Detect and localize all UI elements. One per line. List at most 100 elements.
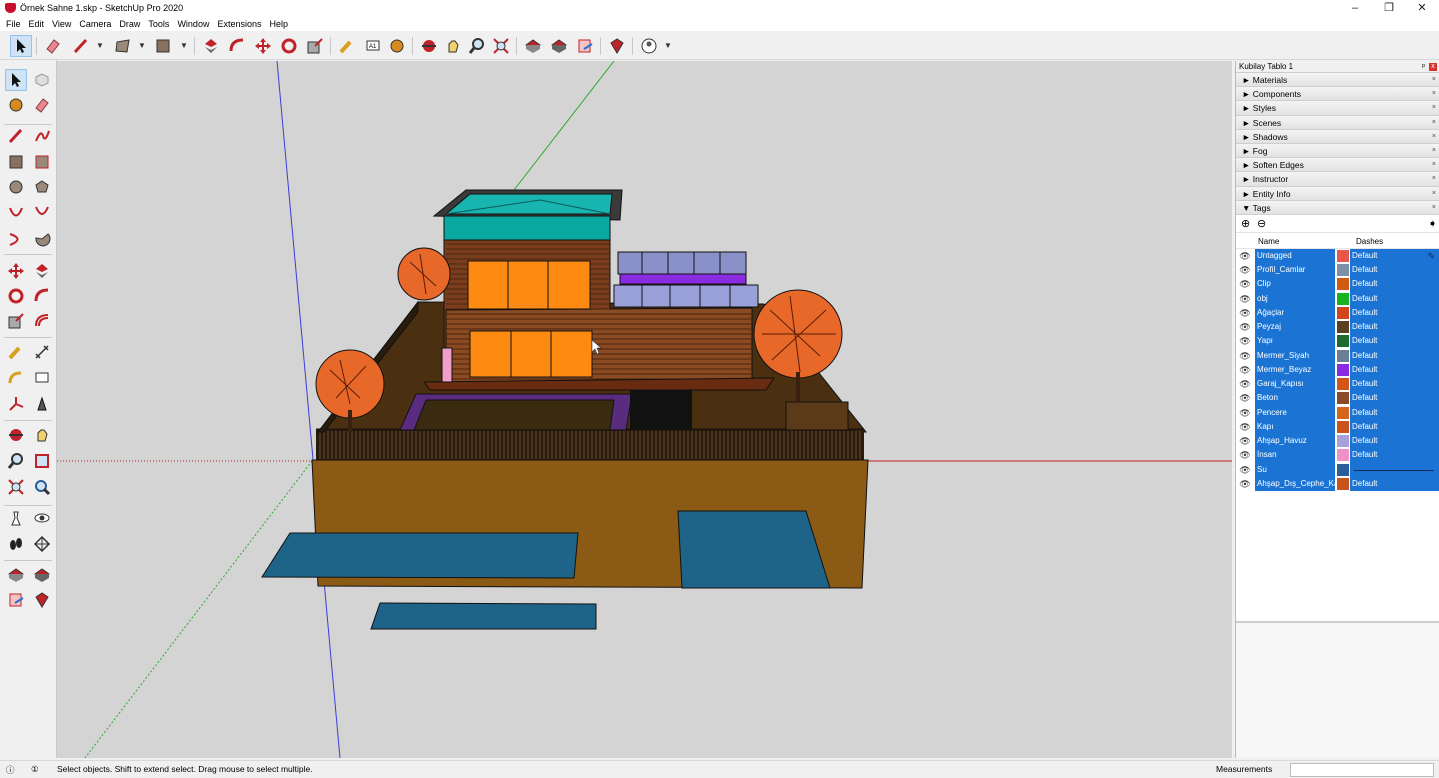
tag-dashes[interactable]: Default [1350,263,1439,278]
instructor-icon[interactable]: ① [31,764,39,775]
visibility-eye-icon[interactable]: 👁 [1238,263,1252,277]
ruby-icon[interactable] [31,589,53,611]
eraser-icon[interactable] [42,35,64,57]
tag-dashes[interactable]: Default [1350,476,1439,492]
delete-tag-icon[interactable]: ⊖ [1257,217,1266,230]
previous-view-icon[interactable] [31,476,53,498]
tag-color-swatch[interactable] [1337,264,1349,277]
visibility-eye-icon[interactable]: 👁 [1238,277,1252,291]
warehouse-icon[interactable] [522,35,544,57]
text-icon[interactable] [31,367,53,389]
tag-dashes[interactable]: Default [1350,334,1439,349]
tag-name[interactable]: Pencere [1255,405,1335,420]
section-plane-icon[interactable] [31,533,53,555]
ruby-icon[interactable] [606,35,628,57]
menu-view[interactable]: View [52,19,71,29]
dimension-icon[interactable] [31,341,53,363]
visibility-eye-icon[interactable]: 👁 [1238,477,1252,491]
two-point-arc-icon[interactable] [31,201,53,223]
pan-icon[interactable] [442,35,464,57]
tag-dashes[interactable]: Default [1350,405,1439,420]
scene-canvas[interactable] [57,61,1232,758]
panel-entity-info[interactable]: ► Entity Info × [1236,186,1439,201]
tag-name[interactable]: Profil_Camlar [1255,263,1335,278]
arc-icon[interactable] [5,201,27,223]
scale-icon[interactable] [5,310,27,332]
paint-icon[interactable] [386,35,408,57]
position-camera-icon[interactable] [5,507,27,529]
details-arrow-icon[interactable]: ➧ [1428,217,1437,230]
tag-row[interactable]: 👁 Su [1236,462,1439,477]
tag-color-swatch[interactable] [1337,335,1349,348]
tag-name[interactable]: Clip [1255,277,1335,292]
menu-window[interactable]: Window [177,19,209,29]
move-icon[interactable] [252,35,274,57]
panel-fog[interactable]: ► Fog × [1236,143,1439,159]
tag-row[interactable]: 👁 Mermer_Siyah Default [1236,348,1439,363]
tag-color-swatch[interactable] [1337,306,1349,319]
tag-name[interactable]: Yapı [1255,334,1335,349]
tag-dashes[interactable]: Default [1350,419,1439,435]
zoom-icon[interactable] [466,35,488,57]
pie-icon[interactable] [31,228,53,250]
tag-name[interactable]: Ahşap_Dış_Cephe_Ka [1255,476,1335,492]
tag-row[interactable]: 👁 Peyzaj Default [1236,320,1439,335]
warehouse-icon[interactable] [5,564,27,586]
select-icon[interactable] [5,69,27,91]
tag-color-swatch[interactable] [1337,349,1349,362]
column-dashes[interactable]: Dashes [1356,237,1383,246]
zoom-window-icon[interactable] [31,450,53,472]
pan-icon[interactable] [31,424,53,446]
tag-name[interactable]: Beton [1255,391,1335,406]
tag-name[interactable]: Kapı [1255,419,1335,435]
make-component-icon[interactable] [31,69,53,91]
visibility-eye-icon[interactable]: 👁 [1238,377,1252,391]
tag-name[interactable]: obj [1255,291,1335,306]
tag-row[interactable]: 👁 Ahşap_Dış_Cephe_Ka Default [1236,476,1439,492]
tag-dashes[interactable]: Default [1350,348,1439,363]
follow-me-icon[interactable] [31,285,53,307]
visibility-eye-icon[interactable]: 👁 [1238,420,1252,434]
freehand-icon[interactable] [31,125,53,147]
geo-location-icon[interactable]: ⓘ [6,764,15,776]
extension-warehouse-icon[interactable] [548,35,570,57]
add-tag-icon[interactable]: ⊕ [1241,217,1250,230]
tag-dashes[interactable]: Default [1350,291,1439,306]
tag-row[interactable]: 👁 Beton Default [1236,391,1439,406]
zoom-extents-icon[interactable] [5,476,27,498]
look-around-icon[interactable] [31,507,53,529]
visibility-eye-icon[interactable]: 👁 [1238,249,1252,263]
pencil-icon[interactable] [70,35,92,57]
layout-icon[interactable] [5,589,27,611]
zoom-icon[interactable] [5,450,27,472]
tag-dashes[interactable]: Default [1350,277,1439,292]
extension-warehouse-icon[interactable] [31,564,53,586]
visibility-eye-icon[interactable]: 👁 [1238,448,1252,462]
panel-shadows[interactable]: ► Shadows × [1236,129,1439,144]
tag-name[interactable]: Su [1255,462,1335,477]
visibility-eye-icon[interactable]: 👁 [1238,349,1252,363]
tag-name[interactable]: Peyzaj [1255,320,1335,335]
rotate-icon[interactable] [278,35,300,57]
scale-icon[interactable] [304,35,326,57]
push-pull-icon[interactable] [200,35,222,57]
menu-help[interactable]: Help [269,19,288,29]
restore-button[interactable]: ❐ [1374,0,1404,16]
tag-color-swatch[interactable] [1337,249,1349,262]
visibility-eye-icon[interactable]: 👁 [1238,320,1252,334]
tag-color-swatch[interactable] [1337,406,1349,419]
menu-edit[interactable]: Edit [29,19,45,29]
tag-dashes[interactable]: Default [1350,362,1439,378]
panel-instructor[interactable]: ► Instructor × [1236,172,1439,187]
eraser-icon[interactable] [31,94,53,116]
axes-icon[interactable] [5,393,27,415]
tag-name[interactable]: Untagged [1255,248,1335,264]
panel-styles[interactable]: ► Styles × [1236,101,1439,116]
visibility-eye-icon[interactable]: 👁 [1238,334,1252,348]
tag-name[interactable]: Ahşap_Havuz [1255,434,1335,449]
paint-bucket-icon[interactable] [152,35,174,57]
orbit-icon[interactable] [418,35,440,57]
tag-color-swatch[interactable] [1337,363,1349,376]
tag-color-swatch[interactable] [1337,392,1349,405]
tag-dashes[interactable]: Default [1350,320,1439,335]
